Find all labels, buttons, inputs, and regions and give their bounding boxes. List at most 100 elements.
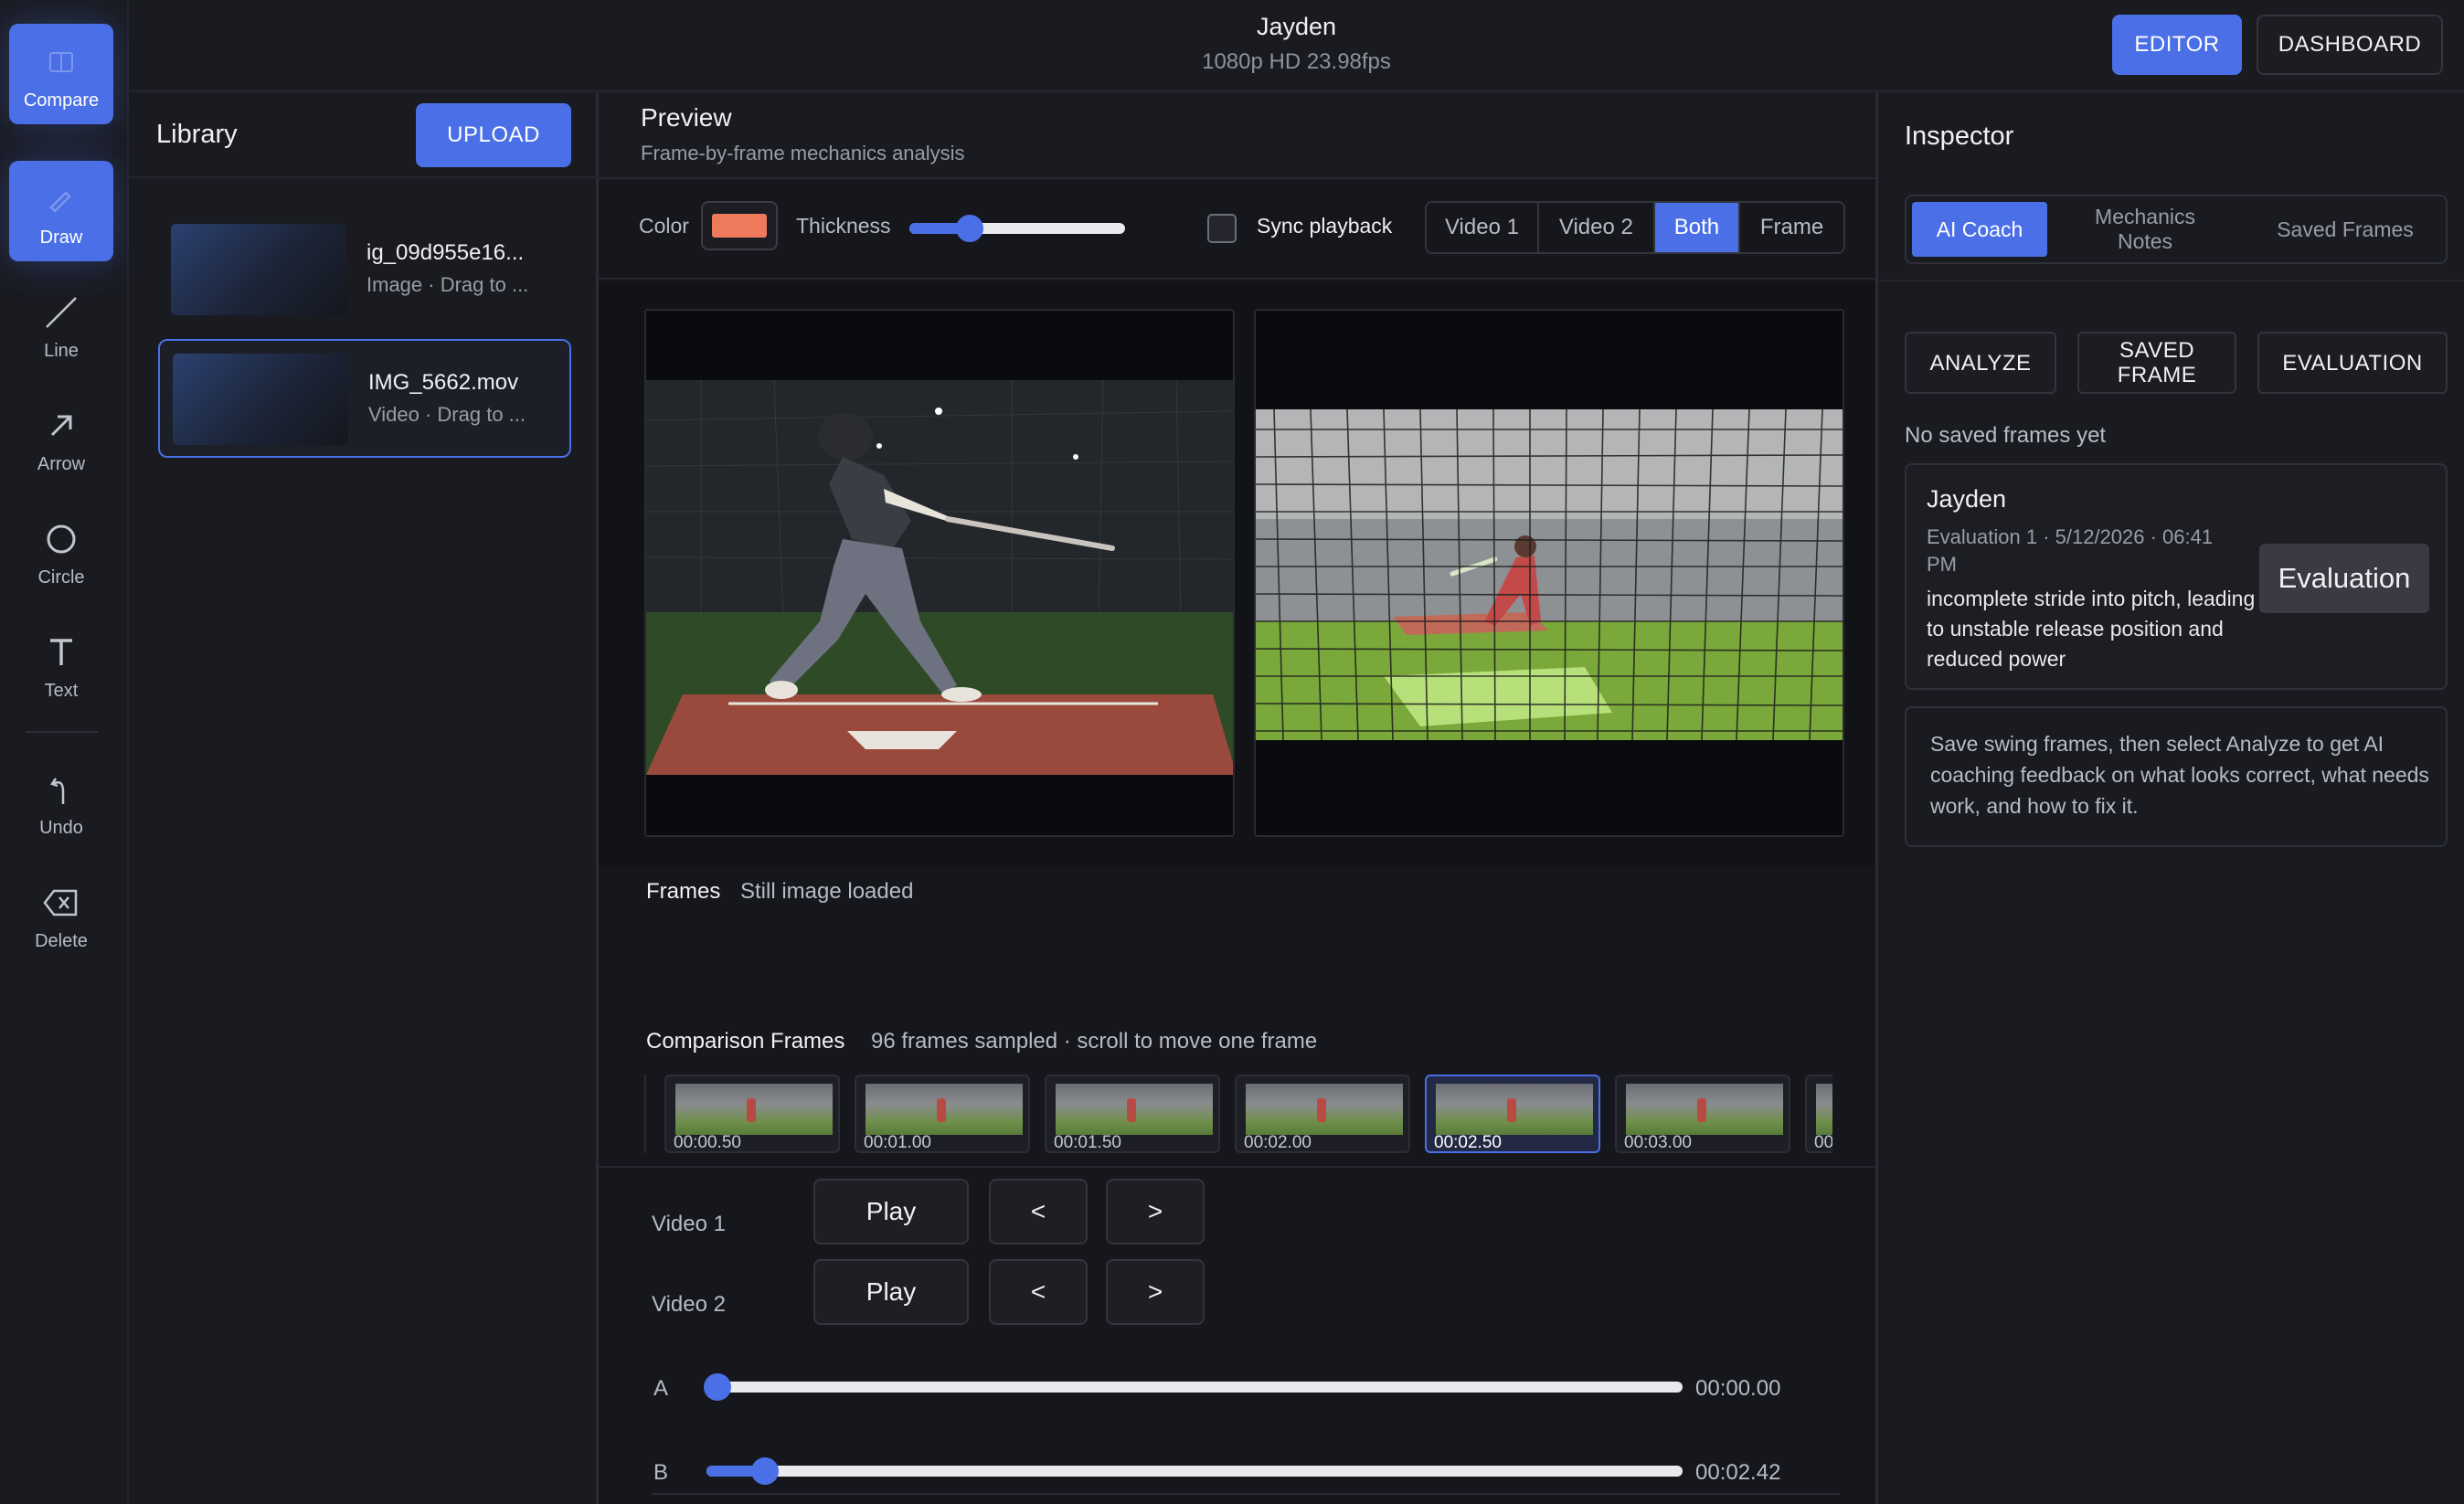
library-item[interactable]: ig_09d955e16... Image · Drag to ... [158,211,571,330]
tool-compare[interactable]: Compare [9,24,113,124]
video-2-frame[interactable] [1254,309,1844,837]
tool-text[interactable]: Text [9,614,113,715]
comparison-frames-section: Comparison Frames 96 frames sampled · sc… [599,1022,1875,1168]
tool-rail: Compare Draw Line Arrow Circle Text Undo… [0,0,129,1504]
video-1-image [646,311,1233,835]
video-2-next-frame-button[interactable]: > [1106,1259,1205,1325]
frame-thumb[interactable]: 00:01.00 [855,1075,1030,1153]
view-both-button[interactable]: Both [1654,203,1740,252]
frames-label: Frames [646,879,721,904]
color-picker[interactable] [701,201,778,250]
video-2-label: Video 2 [652,1292,726,1317]
tab-mechanics-notes[interactable]: Mechanics Notes [2067,202,2223,257]
scrubber-a-handle[interactable] [704,1373,731,1401]
tab-saved-frames[interactable]: Saved Frames [2254,202,2437,257]
frame-thumb-image [1816,1084,1832,1135]
evaluation-card[interactable]: Jayden Evaluation 1 · 5/12/2026 · 06:41 … [1905,463,2448,690]
video-2-play-button[interactable]: Play [813,1259,969,1325]
view-video1-button[interactable]: Video 1 [1427,203,1539,252]
ai-coach-help-card: Save swing frames, then select Analyze t… [1905,706,2448,847]
library-title: Library [156,120,238,149]
frame-timestamp: 00:03.50 [1814,1133,1832,1152]
dashboard-button[interactable]: DASHBOARD [2257,15,2443,75]
scrubber-a-track[interactable] [706,1382,1683,1393]
frame-thumb-image [1626,1084,1783,1135]
upload-button[interactable]: UPLOAD [416,103,571,167]
frame-thumb-image [675,1084,833,1135]
tool-delete[interactable]: Delete [9,864,113,965]
frame-thumb[interactable]: 00:00.50 [664,1075,840,1153]
video-1-play-button[interactable]: Play [813,1179,969,1245]
frame-timestamp: 00:01.50 [1054,1133,1121,1152]
comparison-frames-label: Comparison Frames [646,1029,845,1054]
comparison-frames-strip[interactable]: 00:00.50 00:01.00 00:01.50 00:02.00 00:0… [644,1075,1832,1153]
library-header: Library UPLOAD [129,92,599,178]
frame-timestamp: 00:02.00 [1244,1133,1312,1152]
tool-label: Draw [39,228,83,248]
video-1-label: Video 1 [652,1212,726,1236]
frame-timestamp: 00:01.00 [864,1133,931,1152]
playback-controls: Video 1 Play < > Video 2 Play < > A 00:0… [599,1168,1875,1504]
frame-thumb[interactable]: 00:03.00 [1615,1075,1790,1153]
ai-coach-help-text: Save swing frames, then select Analyze t… [1930,732,2429,818]
color-label: Color [639,214,689,238]
slider-b-label: B [653,1460,669,1485]
frame-thumb-image [1436,1084,1593,1135]
frame-thumb-image [1246,1084,1403,1135]
media-thumbnail [173,354,348,445]
video-1-frame[interactable] [644,309,1235,837]
frame-thumb-selected[interactable]: 00:02.50 [1425,1075,1600,1153]
media-meta: Image · Drag to ... [366,273,529,296]
drawing-toolbar: Color Thickness Sync playback Video 1 Vi… [599,181,1875,280]
library-panel: Library UPLOAD ig_09d955e16... Image · D… [129,92,599,1504]
media-meta: Video · Drag to ... [368,403,526,426]
frame-thumb[interactable]: 00:03.50 [1805,1075,1832,1153]
evaluation-meta: Evaluation 1 · 5/12/2026 · 06:41 PM [1927,525,2214,576]
video-2-prev-frame-button[interactable]: < [989,1259,1088,1325]
frame-thumb[interactable]: 00:01.50 [1045,1075,1220,1153]
frame-thumb-image [1056,1084,1213,1135]
tool-label: Text [44,681,79,701]
text-icon [43,634,80,671]
comparison-frames-info: 96 frames sampled · scroll to move one f… [871,1029,1318,1054]
video-1-next-frame-button[interactable]: > [1106,1179,1205,1245]
analyze-button[interactable]: ANALYZE [1905,332,2056,394]
saved-frame-button[interactable]: SAVED FRAME [2077,332,2236,394]
circle-icon [43,521,80,557]
media-name: IMG_5662.mov [368,370,519,395]
evaluation-athlete-name: Jayden [1927,485,2007,513]
tool-label: Arrow [37,454,86,474]
tab-ai-coach[interactable]: AI Coach [1912,202,2047,257]
tool-arrow[interactable]: Arrow [9,387,113,488]
evaluation-badge[interactable]: Evaluation [2259,544,2429,613]
tool-line[interactable]: Line [9,274,113,375]
tool-label: Undo [39,818,83,838]
frame-timestamp: 00:00.50 [674,1133,741,1152]
video-2-image [1256,311,1843,835]
tool-draw[interactable]: Draw [9,161,113,261]
editor-button[interactable]: EDITOR [2112,15,2242,75]
thickness-label: Thickness [796,214,891,238]
app-root: Compare Draw Line Arrow Circle Text Undo… [0,0,2464,1504]
delete-icon [43,884,80,921]
evaluation-button[interactable]: EVALUATION [2257,332,2448,394]
scrubber-b-handle[interactable] [751,1457,780,1485]
media-name: ig_09d955e16... [366,240,525,265]
view-video2-button[interactable]: Video 2 [1539,203,1655,252]
thickness-slider-handle[interactable] [956,215,984,242]
sync-playback-checkbox[interactable] [1207,214,1237,243]
inspector-tabs: AI Coach Mechanics Notes Saved Frames [1905,195,2448,264]
scrubber-b-track[interactable] [706,1466,1683,1477]
tool-undo[interactable]: Undo [9,751,113,852]
video-1-prev-frame-button[interactable]: < [989,1179,1088,1245]
tool-circle[interactable]: Circle [9,501,113,601]
library-item-selected[interactable]: IMG_5662.mov Video · Drag to ... [158,339,571,458]
view-frame-button[interactable]: Frame [1740,203,1843,252]
frame-thumb[interactable]: 00:02.00 [1235,1075,1410,1153]
preview-header: Preview Frame-by-frame mechanics analysi… [599,92,1875,179]
sync-playback-label: Sync playback [1257,214,1393,238]
pencil-icon [43,181,80,217]
tool-label: Line [44,341,79,361]
rail-divider [26,731,99,733]
video-canvas[interactable] [599,281,1875,866]
